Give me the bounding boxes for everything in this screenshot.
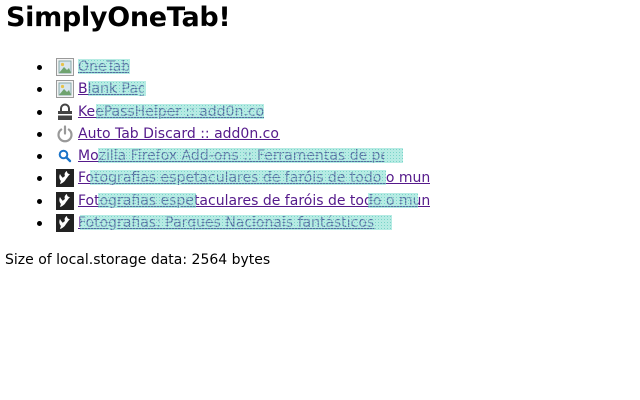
bullet-icon xyxy=(37,109,42,115)
bullet-icon xyxy=(37,198,42,204)
broken-image-icon xyxy=(56,80,74,99)
tab-link[interactable]: OneTab xyxy=(78,58,129,76)
broken-image-icon xyxy=(56,58,74,76)
page-title: SimplyOneTab! xyxy=(6,2,231,33)
list-item: Blank Page xyxy=(0,78,640,100)
bullet-icon xyxy=(37,131,42,137)
bird-tile-icon xyxy=(56,169,74,188)
bullet-icon xyxy=(37,221,42,227)
list-item: Fotografias: Parques Nacionais fantástic… xyxy=(0,212,640,234)
tab-link[interactable]: Fotografias espetaculares de faróis de t… xyxy=(78,169,430,187)
tab-link[interactable]: Fotografias espetaculares de faróis de t… xyxy=(78,192,430,210)
bullet-icon xyxy=(37,176,42,182)
magnifier-icon xyxy=(56,147,74,165)
list-item: OneTab xyxy=(0,56,640,78)
list-item: Mozilla Firefox Add-ons :: Ferramentas d… xyxy=(0,145,640,167)
lock-icon xyxy=(56,103,74,121)
list-item: Auto Tab Discard :: add0n.com xyxy=(0,123,640,145)
list-item: Fotografias espetaculares de faróis de t… xyxy=(0,167,640,189)
storage-size-text: Size of local.storage data: 2564 bytes xyxy=(5,252,271,268)
list-item: Fotografias espetaculares de faróis de t… xyxy=(0,190,640,212)
bird-tile-icon xyxy=(56,214,74,233)
bullet-icon xyxy=(37,154,42,160)
tab-link[interactable]: Mozilla Firefox Add-ons :: Ferramentas d… xyxy=(78,147,384,165)
list-item: KeePassHelper :: add0n.com xyxy=(0,101,640,123)
tab-link[interactable]: Fotografias: Parques Nacionais fantástic… xyxy=(78,214,393,232)
tab-link[interactable]: Blank Page xyxy=(78,80,144,98)
tab-link[interactable]: Auto Tab Discard :: add0n.com xyxy=(78,125,280,143)
bird-tile-icon xyxy=(56,191,74,210)
power-icon xyxy=(56,125,74,143)
saved-tab-list: OneTab Blank Page KeePassHelper :: add0n… xyxy=(0,56,640,234)
bullet-icon xyxy=(37,65,42,70)
bullet-icon xyxy=(37,87,42,93)
tab-link[interactable]: KeePassHelper :: add0n.com xyxy=(78,103,264,121)
